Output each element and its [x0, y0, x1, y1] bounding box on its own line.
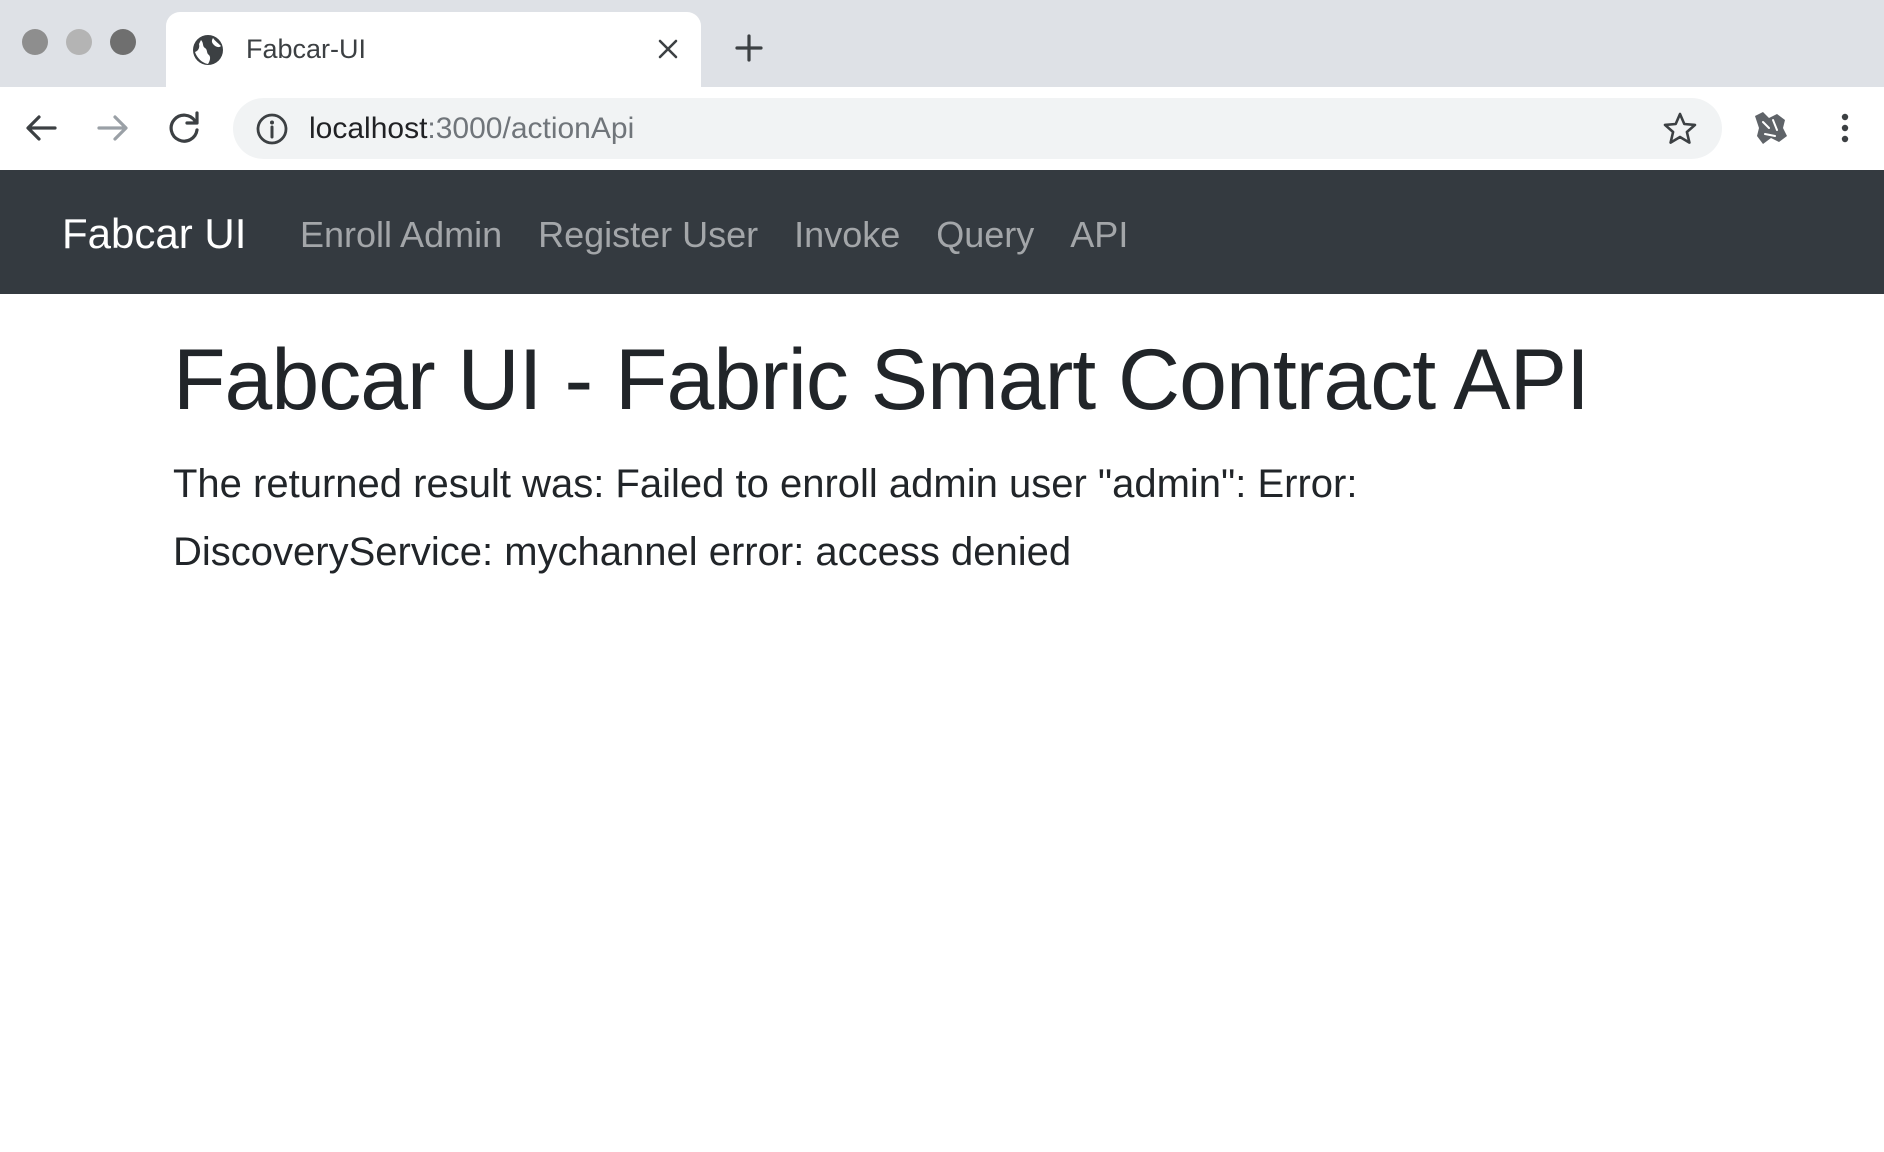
reload-icon[interactable]	[165, 109, 203, 147]
tab-title: Fabcar-UI	[246, 34, 367, 64]
main-content: Fabcar UI - Fabric Smart Contract API Th…	[173, 330, 1773, 586]
plus-icon[interactable]	[734, 33, 764, 63]
page-title: Fabcar UI - Fabric Smart Contract API	[173, 332, 1590, 428]
browser-toolbar: localhost:3000/actionApi	[0, 87, 1884, 171]
forward-arrow-icon[interactable]	[94, 109, 132, 147]
star-icon[interactable]	[1662, 111, 1698, 147]
window-minimize-light[interactable]	[66, 29, 92, 55]
url-text: localhost:3000/actionApi	[309, 112, 634, 146]
kebab-menu-icon[interactable]	[1826, 109, 1864, 147]
result-message: The returned result was: Failed to enrol…	[173, 462, 1358, 574]
nav-link-enroll-admin[interactable]: Enroll Admin	[300, 214, 502, 256]
info-icon[interactable]	[255, 112, 289, 146]
close-icon[interactable]	[657, 38, 679, 60]
globe-icon	[193, 35, 223, 65]
url-host: localhost	[309, 112, 428, 145]
nav-link-invoke[interactable]: Invoke	[794, 214, 900, 256]
browser-tab[interactable]: Fabcar-UI	[166, 12, 701, 87]
window-close-light[interactable]	[22, 29, 48, 55]
navbar-brand[interactable]: Fabcar UI	[62, 210, 246, 258]
nav-link-query[interactable]: Query	[936, 214, 1034, 256]
window-zoom-light[interactable]	[110, 29, 136, 55]
extension-icon[interactable]	[1749, 106, 1793, 150]
url-path: :3000/actionApi	[427, 112, 635, 145]
back-arrow-icon[interactable]	[22, 109, 60, 147]
address-bar[interactable]: localhost:3000/actionApi	[233, 98, 1722, 159]
nav-links: Enroll Admin Register User Invoke Query …	[300, 214, 1128, 256]
browser-tab-strip: Fabcar-UI	[0, 0, 1884, 87]
app-navbar: Fabcar UI Enroll Admin Register User Inv…	[0, 170, 1884, 294]
nav-link-register-user[interactable]: Register User	[538, 214, 758, 256]
nav-link-api[interactable]: API	[1070, 214, 1128, 256]
